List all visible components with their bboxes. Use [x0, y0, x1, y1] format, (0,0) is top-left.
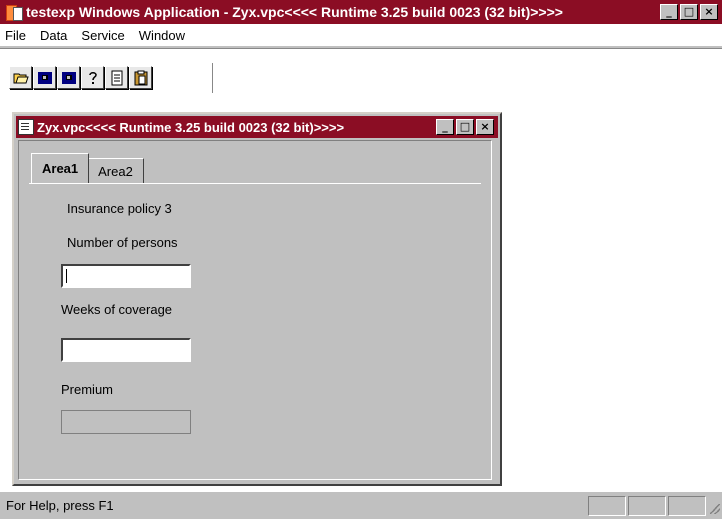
toolbar [0, 49, 722, 101]
resize-grip-icon[interactable] [708, 497, 722, 515]
help-icon[interactable] [81, 66, 104, 89]
menu-data[interactable]: Data [33, 28, 74, 43]
clipboard-icon[interactable] [129, 66, 152, 89]
child-window-icon[interactable] [18, 119, 34, 135]
menu-window[interactable]: Window [132, 28, 192, 43]
document-icon[interactable] [105, 66, 128, 89]
menu-file[interactable]: File [0, 28, 33, 43]
child-title-bar[interactable]: Zyx.vpc<<<< Runtime 3.25 build 0023 (32 … [16, 116, 498, 138]
close-button[interactable]: × [700, 4, 718, 20]
child-maximize-button[interactable]: □ [456, 119, 474, 135]
child-title: Zyx.vpc<<<< Runtime 3.25 build 0023 (32 … [37, 119, 345, 135]
persons-label: Number of persons [67, 235, 178, 250]
tab-strip: Area1 Area2 [31, 153, 144, 183]
app-icon[interactable] [6, 4, 23, 21]
status-panel-1 [588, 495, 626, 516]
app-title: testexp Windows Application - Zyx.vpc<<<… [26, 4, 563, 20]
persons-field[interactable] [61, 264, 191, 288]
status-bar: For Help, press F1 [0, 491, 722, 519]
app-title-bar[interactable]: testexp Windows Application - Zyx.vpc<<<… [0, 0, 722, 24]
record2-icon[interactable] [57, 66, 80, 89]
record-icon[interactable] [33, 66, 56, 89]
policy-heading: Insurance policy 3 [67, 201, 172, 216]
weeks-field[interactable] [61, 338, 191, 362]
menu-bar: File Data Service Window [0, 24, 722, 46]
status-panel-2 [628, 495, 666, 516]
weeks-label: Weeks of coverage [61, 302, 173, 317]
tab-area1[interactable]: Area1 [31, 153, 90, 183]
menu-service[interactable]: Service [74, 28, 131, 43]
open-icon[interactable] [9, 66, 32, 89]
tab-area2[interactable]: Area2 [87, 158, 144, 183]
maximize-button[interactable]: □ [680, 4, 698, 20]
child-minimize-button[interactable]: _ [436, 119, 454, 135]
child-client: Area1 Area2 Insurance policy 3 Number of… [18, 140, 492, 480]
status-panel-3 [668, 495, 706, 516]
child-window: Zyx.vpc<<<< Runtime 3.25 build 0023 (32 … [12, 112, 502, 486]
toolbar-divider [212, 63, 216, 93]
minimize-button[interactable]: _ [660, 4, 678, 20]
tab-panel: Insurance policy 3 Number of persons Wee… [29, 183, 481, 470]
premium-label: Premium [61, 382, 114, 397]
status-text: For Help, press F1 [6, 498, 114, 513]
premium-field [61, 410, 191, 434]
child-close-button[interactable]: × [476, 119, 494, 135]
text-caret [66, 269, 67, 283]
